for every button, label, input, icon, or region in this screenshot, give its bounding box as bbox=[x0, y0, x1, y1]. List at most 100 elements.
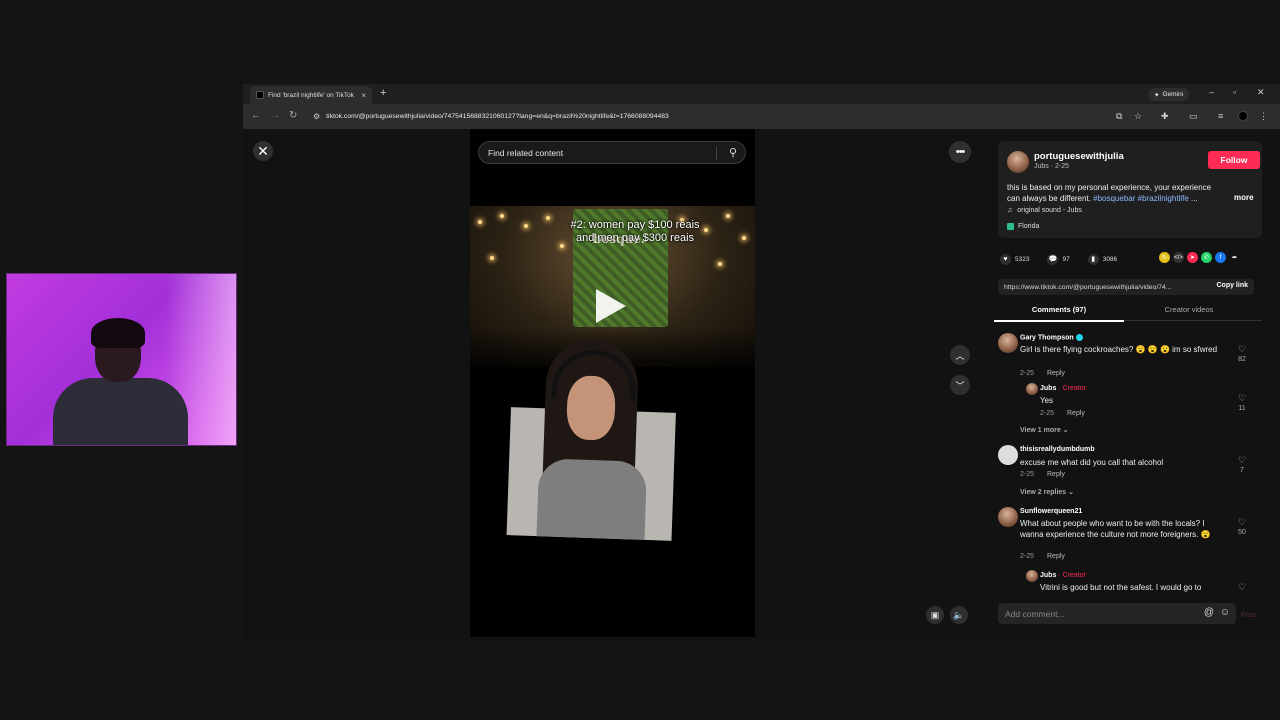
gemini-button[interactable]: ✦ Gemini bbox=[1148, 88, 1190, 101]
comment-item: thisisreallydumbdumb excuse me what did … bbox=[998, 441, 1262, 486]
tab-creator-videos[interactable]: Creator videos bbox=[1124, 305, 1254, 314]
follow-button[interactable]: Follow bbox=[1208, 151, 1260, 169]
repost-icon[interactable]: ↻ bbox=[1159, 252, 1170, 263]
close-tab-icon[interactable]: × bbox=[361, 91, 366, 100]
commenter-name[interactable]: thisisreallydumbdumb bbox=[1020, 446, 1095, 453]
video-description: this is based on my personal experience,… bbox=[1007, 182, 1217, 204]
browser-tab[interactable]: Find 'brazil nightlife' on TikTok × bbox=[250, 86, 372, 104]
like-heart-icon[interactable]: ♡ bbox=[1234, 517, 1250, 528]
commenter-avatar[interactable] bbox=[1026, 570, 1038, 582]
tab-search-icon[interactable]: ▭ bbox=[1189, 111, 1198, 122]
profile-avatar-icon[interactable] bbox=[1238, 111, 1248, 121]
send-to-friends-icon[interactable]: ➤ bbox=[1187, 252, 1198, 263]
share-arrow-icon[interactable]: ➦ bbox=[1229, 252, 1240, 263]
commenter-avatar[interactable] bbox=[998, 507, 1018, 527]
chevron-down-icon: ﹀ bbox=[955, 380, 965, 391]
commenter-avatar[interactable] bbox=[998, 333, 1018, 353]
post-comment-button[interactable]: Post bbox=[1241, 610, 1256, 619]
emoji-icon[interactable]: ☺ bbox=[1220, 607, 1230, 618]
string-light bbox=[718, 262, 722, 266]
creator-username[interactable]: portuguesewithjulia bbox=[1034, 151, 1124, 162]
heart-icon[interactable]: ♥ bbox=[1000, 253, 1011, 265]
right-panel: portuguesewithjulia Jubs · 2-25 Follow t… bbox=[991, 129, 1280, 640]
location-name: Florida bbox=[1018, 223, 1040, 230]
floating-player-button[interactable]: ▣ bbox=[926, 606, 944, 624]
browser-menu-icon[interactable]: ⋮ bbox=[1259, 111, 1268, 122]
url-text: tiktok.com/@portuguesewithjulia/video/74… bbox=[326, 113, 669, 120]
search-icon[interactable]: ⚲ bbox=[729, 146, 737, 159]
search-input[interactable]: Find related content ⚲ bbox=[478, 141, 746, 164]
commenter-name[interactable]: Gary Thompson bbox=[1020, 334, 1083, 341]
commenter-name[interactable]: Jubs · Creator bbox=[1040, 572, 1086, 579]
bookmark-star-icon[interactable]: ☆ bbox=[1134, 111, 1142, 122]
webcam-person-body bbox=[53, 378, 188, 445]
copy-link-button[interactable]: Copy link bbox=[1216, 282, 1248, 289]
video-caption: #2: women pay $100 reais and men pay $30… bbox=[570, 219, 700, 244]
more-link[interactable]: more bbox=[1234, 193, 1254, 202]
commenter-avatar[interactable] bbox=[1026, 383, 1038, 395]
address-bar[interactable]: ⚙ tiktok.com/@portuguesewithjulia/video/… bbox=[309, 108, 1169, 125]
reply-button[interactable]: Reply bbox=[1047, 471, 1065, 478]
creator-shirt bbox=[536, 458, 648, 540]
description-ellipsis: ... bbox=[1188, 194, 1198, 203]
whatsapp-icon[interactable]: ✆ bbox=[1201, 252, 1212, 263]
commenter-avatar[interactable] bbox=[998, 445, 1018, 465]
tab-title: Find 'brazil nightlife' on TikTok bbox=[268, 91, 354, 99]
embed-icon[interactable]: </> bbox=[1173, 252, 1184, 263]
volume-button[interactable]: 🔈 bbox=[950, 606, 968, 624]
string-light bbox=[524, 224, 528, 228]
video-info-card: portuguesewithjulia Jubs · 2-25 Follow t… bbox=[998, 141, 1262, 238]
reply-button[interactable]: Reply bbox=[1067, 410, 1085, 417]
comment-date: 2-25 bbox=[1020, 471, 1035, 478]
string-light bbox=[500, 214, 504, 218]
more-options-button[interactable]: ••• bbox=[949, 141, 971, 163]
comment-text: Girl is there flying cockroaches? 😮 😮 😮 … bbox=[1020, 345, 1218, 354]
commenter-name[interactable]: Sunflowerqueen21 bbox=[1020, 508, 1082, 515]
comment-icon[interactable]: 💬 bbox=[1047, 253, 1059, 265]
comment-reply: Jubs · Creator Vitrini is good but not t… bbox=[1026, 569, 1262, 594]
close-window-icon[interactable]: ✕ bbox=[1257, 87, 1265, 98]
hashtag-link[interactable]: #brazilnightlife bbox=[1138, 194, 1189, 203]
like-heart-icon[interactable]: ♡ bbox=[1234, 455, 1250, 466]
comment-text: excuse me what did you call that alcohol bbox=[1020, 458, 1164, 467]
music-note-icon: ♫ bbox=[1007, 207, 1013, 214]
tiktok-favicon-icon bbox=[256, 91, 264, 99]
previous-video-button[interactable]: ︿ bbox=[950, 345, 970, 365]
site-info-icon[interactable]: ⚙ bbox=[313, 112, 320, 121]
restore-icon[interactable]: ▫ bbox=[1233, 87, 1236, 97]
like-heart-icon[interactable]: ♡ bbox=[1234, 393, 1250, 404]
sparkle-icon: ✦ bbox=[1154, 91, 1160, 99]
install-app-icon[interactable]: ⧉ bbox=[1116, 111, 1122, 122]
play-icon[interactable] bbox=[596, 289, 626, 323]
view-more-replies[interactable]: View 2 replies ⌄ bbox=[1020, 488, 1074, 496]
reload-icon[interactable]: ↻ bbox=[289, 110, 297, 121]
media-controls-icon[interactable]: ≡ bbox=[1218, 111, 1223, 121]
webcam-person-hair bbox=[91, 318, 145, 348]
location-link[interactable]: Florida bbox=[1007, 223, 1039, 230]
new-tab-button[interactable]: + bbox=[380, 87, 386, 99]
view-more-replies[interactable]: View 1 more ⌄ bbox=[1020, 426, 1069, 434]
mention-icon[interactable]: @ bbox=[1204, 607, 1214, 618]
like-heart-icon[interactable]: ♡ bbox=[1234, 582, 1250, 593]
reply-button[interactable]: Reply bbox=[1047, 370, 1065, 377]
forward-icon[interactable]: → bbox=[270, 110, 280, 121]
extensions-icon[interactable]: ✚ bbox=[1161, 111, 1169, 122]
sound-link[interactable]: ♫ original sound - Jubs bbox=[1007, 207, 1082, 214]
tab-comments[interactable]: Comments (97) bbox=[994, 305, 1124, 314]
commenter-name[interactable]: Jubs · Creator bbox=[1040, 385, 1086, 392]
reply-button[interactable]: Reply bbox=[1047, 553, 1065, 560]
video-player[interactable]: bosque. #2: women pay $100 reais and men… bbox=[470, 129, 755, 637]
comment-like-count: 82 bbox=[1238, 356, 1246, 363]
next-video-button[interactable]: ﹀ bbox=[950, 375, 970, 395]
ellipsis-icon: ••• bbox=[955, 146, 966, 158]
comment-input[interactable]: Add comment... @ ☺ bbox=[998, 603, 1236, 624]
back-icon[interactable]: ← bbox=[251, 110, 261, 121]
string-light bbox=[546, 216, 550, 220]
creator-avatar[interactable] bbox=[1007, 151, 1029, 173]
like-heart-icon[interactable]: ♡ bbox=[1234, 344, 1250, 355]
facebook-icon[interactable]: f bbox=[1215, 252, 1226, 263]
minimize-icon[interactable]: – bbox=[1209, 87, 1214, 97]
bookmark-icon[interactable]: ▮ bbox=[1087, 253, 1099, 265]
hashtag-link[interactable]: #bosquebar bbox=[1093, 194, 1135, 203]
close-video-button[interactable]: ✕ bbox=[253, 141, 273, 161]
